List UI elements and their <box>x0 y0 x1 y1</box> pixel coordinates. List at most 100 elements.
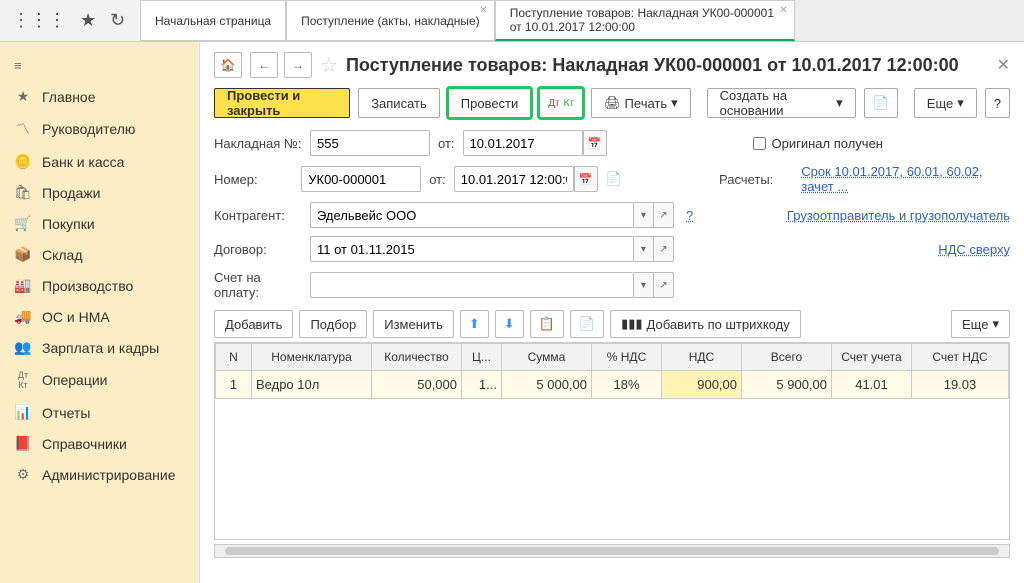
history-icon[interactable]: ↻ <box>110 10 125 31</box>
col-acc[interactable]: Счет учета <box>832 344 912 371</box>
apps-icon[interactable]: ⋮⋮⋮ <box>12 10 66 31</box>
more-button[interactable]: Еще▾ <box>914 88 977 118</box>
open-icon[interactable]: ↗ <box>654 202 674 228</box>
printer-icon: 🖨 <box>604 95 621 111</box>
menu-icon[interactable]: ≡ <box>0 50 199 81</box>
calc-link[interactable]: Срок 10.01.2017, 60.01, 60.02, зачет ... <box>801 164 1010 194</box>
sidebar-item-catalogs[interactable]: 📕Справочники <box>0 428 199 459</box>
invoice-no-label: Накладная №: <box>214 136 302 151</box>
cell-total[interactable]: 5 900,00 <box>742 371 832 399</box>
col-sum[interactable]: Сумма <box>502 344 592 371</box>
col-total[interactable]: Всего <box>742 344 832 371</box>
barcode-button[interactable]: ▮▮▮Добавить по штрихкоду <box>610 310 801 338</box>
invoice-date-input[interactable] <box>463 130 583 156</box>
sidebar-label: Справочники <box>42 436 127 452</box>
close-icon[interactable]: ✕ <box>479 5 487 16</box>
sidebar-item-sales[interactable]: 🛍Продажи <box>0 177 199 208</box>
cell-qty[interactable]: 50,000 <box>372 371 462 399</box>
copy-button[interactable]: 📋 <box>530 310 564 338</box>
star-icon[interactable]: ★ <box>80 10 96 31</box>
print-button[interactable]: 🖨Печать▾ <box>591 88 691 118</box>
calendar-icon[interactable]: 📅 <box>574 166 598 192</box>
sidebar-item-manager[interactable]: 〽Руководителю <box>0 112 199 146</box>
dropdown-icon[interactable]: ▾ <box>634 272 654 298</box>
cell-vat[interactable]: 900,00 <box>662 371 742 399</box>
number-date-input[interactable] <box>454 166 574 192</box>
add-row-button[interactable]: Добавить <box>214 310 293 338</box>
paste-button[interactable]: 📄 <box>570 310 604 338</box>
tab-receipts[interactable]: Поступление (акты, накладные) ✕ <box>286 0 495 41</box>
horizontal-scrollbar[interactable] <box>214 544 1010 558</box>
sidebar-item-salary[interactable]: 👥Зарплата и кадры <box>0 332 199 363</box>
col-qty[interactable]: Количество <box>372 344 462 371</box>
col-item[interactable]: Номенклатура <box>252 344 372 371</box>
shipper-link[interactable]: Грузоотправитель и грузополучатель <box>787 208 1010 223</box>
payment-account-input[interactable] <box>310 272 634 298</box>
col-vatacc[interactable]: Счет НДС <box>912 344 1009 371</box>
cell-sum[interactable]: 5 000,00 <box>502 371 592 399</box>
number-input[interactable] <box>301 166 421 192</box>
edit-button[interactable]: Изменить <box>373 310 454 338</box>
close-icon[interactable]: ✕ <box>779 5 787 16</box>
close-document[interactable]: ✕ <box>997 55 1010 75</box>
write-button[interactable]: Записать <box>358 88 440 118</box>
sidebar-label: Главное <box>42 89 96 105</box>
sidebar-item-warehouse[interactable]: 📦Склад <box>0 239 199 270</box>
col-vatpct[interactable]: % НДС <box>592 344 662 371</box>
cell-vatacc[interactable]: 19.03 <box>912 371 1009 399</box>
favorite-icon[interactable]: ☆ <box>320 53 338 78</box>
vat-link[interactable]: НДС сверху <box>938 242 1010 257</box>
table-more-button[interactable]: Еще▾ <box>951 310 1010 338</box>
counterparty-input[interactable] <box>310 202 634 228</box>
payment-account-label: Счет на оплату: <box>214 270 302 300</box>
post-and-close-button[interactable]: Провести и закрыть <box>214 88 350 118</box>
sidebar-label: Операции <box>42 372 108 388</box>
gear-icon: ⚙ <box>14 466 32 483</box>
col-n[interactable]: N <box>216 344 252 371</box>
contract-input[interactable] <box>310 236 634 262</box>
forward-button[interactable]: → <box>284 52 312 78</box>
sidebar-item-bank[interactable]: 🪙Банк и касса <box>0 146 199 177</box>
sidebar-item-purchases[interactable]: 🛒Покупки <box>0 208 199 239</box>
original-received-checkbox[interactable]: Оригинал получен <box>753 136 883 151</box>
home-button[interactable]: 🏠 <box>214 52 242 78</box>
tab-home[interactable]: Начальная страница <box>140 0 286 41</box>
pick-button[interactable]: Подбор <box>299 310 367 338</box>
attach-button[interactable]: 📄 <box>864 88 898 118</box>
col-vat[interactable]: НДС <box>662 344 742 371</box>
calendar-icon[interactable]: 📅 <box>583 130 607 156</box>
dropdown-icon[interactable]: ▾ <box>634 236 654 262</box>
sidebar-item-main[interactable]: ★ Главное <box>0 81 199 112</box>
scrollbar-thumb[interactable] <box>225 547 999 555</box>
sidebar-item-production[interactable]: 🏭Производство <box>0 270 199 301</box>
cell-item[interactable]: Ведро 10л <box>252 371 372 399</box>
open-icon[interactable]: ↗ <box>654 236 674 262</box>
col-price[interactable]: Ц... <box>462 344 502 371</box>
sidebar-item-reports[interactable]: 📊Отчеты <box>0 397 199 428</box>
cell-acc[interactable]: 41.01 <box>832 371 912 399</box>
number-label: Номер: <box>214 172 293 187</box>
back-button[interactable]: ← <box>250 52 278 78</box>
sidebar-item-admin[interactable]: ⚙Администрирование <box>0 459 199 490</box>
move-up-button[interactable]: ⬆ <box>460 310 489 338</box>
home-icon: ★ <box>14 88 32 105</box>
table-row[interactable]: 1 Ведро 10л 50,000 1... 5 000,00 18% 900… <box>216 371 1009 399</box>
cell-vatpct[interactable]: 18% <box>592 371 662 399</box>
invoice-no-input[interactable] <box>310 130 430 156</box>
help-button[interactable]: ? <box>985 88 1010 118</box>
sidebar-label: Производство <box>42 278 133 294</box>
create-based-button[interactable]: Создать на основании▾ <box>707 88 856 118</box>
cell-n[interactable]: 1 <box>216 371 252 399</box>
open-icon[interactable]: ↗ <box>654 272 674 298</box>
tab-current-document[interactable]: Поступление товаров: Накладная УК00-0000… <box>495 0 795 41</box>
dropdown-icon[interactable]: ▾ <box>634 202 654 228</box>
sidebar-item-assets[interactable]: 🚚ОС и НМА <box>0 301 199 332</box>
move-down-button[interactable]: ⬇ <box>495 310 524 338</box>
sidebar-item-operations[interactable]: ДтКтОперации <box>0 363 199 397</box>
dtkt-button[interactable]: ДтКт <box>539 88 583 118</box>
bars-icon: 📊 <box>14 404 32 421</box>
help-link[interactable]: ? <box>686 208 693 223</box>
bag-icon: 🛍 <box>14 184 32 201</box>
cell-price[interactable]: 1... <box>462 371 502 399</box>
post-button[interactable]: Провести <box>448 88 532 118</box>
